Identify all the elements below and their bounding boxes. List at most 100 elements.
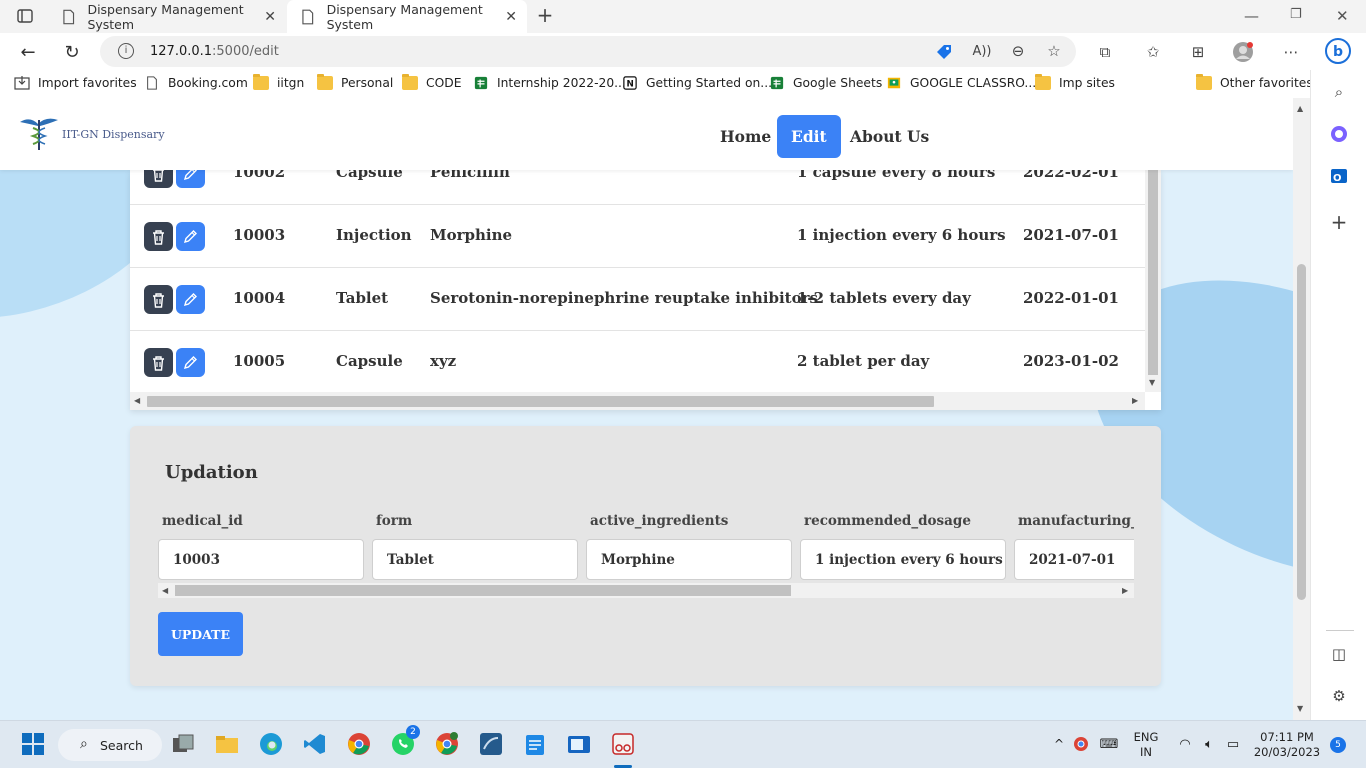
favorite-notion[interactable]: N Getting Started on... — [622, 76, 772, 90]
wifi-icon[interactable]: ◠ — [1172, 731, 1198, 757]
mysql-workbench-icon[interactable] — [478, 731, 504, 757]
favorite-folder-other[interactable]: Other favorites — [1196, 74, 1313, 90]
scroll-up-arrow-icon[interactable]: ▲ — [1297, 104, 1303, 113]
scroll-right-arrow-icon[interactable]: ▶ — [1122, 586, 1128, 595]
medical-id-input[interactable]: 10003 — [158, 539, 364, 580]
favorite-google-classroom[interactable]: GOOGLE CLASSRO... — [886, 76, 1036, 90]
scroll-down-arrow-icon[interactable]: ▼ — [1149, 378, 1155, 387]
copilot-icon[interactable]: b — [1325, 38, 1351, 64]
import-icon — [14, 76, 30, 90]
page-vertical-scrollbar[interactable]: ▲ ▼ — [1293, 98, 1310, 720]
table-horizontal-scrollbar[interactable]: ◀ ▶ — [130, 392, 1145, 410]
collections-icon[interactable]: ⊞ — [1188, 42, 1208, 62]
refresh-icon[interactable]: ↻ — [61, 41, 83, 63]
edit-button[interactable] — [176, 348, 205, 377]
notepad-icon[interactable] — [522, 731, 548, 757]
close-tab-icon[interactable]: ✕ — [505, 9, 517, 25]
delete-button[interactable] — [144, 285, 173, 314]
scroll-left-arrow-icon[interactable]: ◀ — [134, 396, 140, 405]
task-view-icon[interactable] — [170, 731, 196, 757]
delete-button[interactable] — [144, 348, 173, 377]
favorite-folder-personal[interactable]: Personal — [317, 74, 393, 90]
updation-form: Updation medical_id form active_ingredie… — [130, 426, 1161, 686]
volume-icon[interactable]: 🔈︎ — [1196, 731, 1222, 757]
new-tab-icon[interactable]: + — [535, 5, 555, 26]
favorite-folder-iitgn[interactable]: iitgn — [253, 74, 304, 90]
favorite-internship[interactable]: Internship 2022-20... — [473, 76, 626, 90]
file-explorer-icon[interactable] — [214, 731, 240, 757]
browser-tab[interactable]: Dispensary Management System ✕ — [48, 0, 286, 33]
fields-horizontal-scrollbar[interactable]: ◀ ▶ — [158, 583, 1134, 598]
keyboard-icon[interactable]: ⌨ — [1096, 731, 1122, 757]
add-sidebar-app-icon[interactable]: + — [1329, 210, 1349, 234]
nav-edit[interactable]: Edit — [777, 115, 841, 158]
add-favorite-icon[interactable]: ☆ — [1044, 41, 1064, 61]
profile-avatar[interactable] — [1233, 42, 1253, 62]
favorite-google-sheets[interactable]: Google Sheets — [769, 76, 882, 90]
restore-icon[interactable]: ❐ — [1290, 7, 1302, 22]
zoom-out-icon[interactable]: ⊖ — [1008, 41, 1028, 61]
chrome-profile-icon[interactable] — [434, 731, 460, 757]
battery-icon[interactable]: ▭ — [1220, 731, 1246, 757]
shopping-tag-icon[interactable] — [934, 42, 954, 62]
delete-button[interactable] — [144, 170, 173, 188]
outlook-icon[interactable]: O — [1329, 166, 1349, 186]
scrollbar-thumb[interactable] — [1148, 170, 1158, 375]
favorite-folder-code[interactable]: CODE — [402, 74, 462, 90]
office-icon[interactable] — [1329, 124, 1349, 144]
active-ingredients-input[interactable]: Morphine — [586, 539, 792, 580]
scrollbar-thumb[interactable] — [1297, 264, 1306, 600]
snipping-tool-icon[interactable] — [610, 731, 636, 757]
chrome-icon[interactable] — [346, 731, 372, 757]
delete-button[interactable] — [144, 222, 173, 251]
favorite-import[interactable]: Import favorites — [14, 76, 137, 90]
close-window-icon[interactable]: ✕ — [1336, 7, 1349, 25]
brand-name[interactable]: IIT-GN Dispensary — [62, 128, 165, 141]
browser-tab-active[interactable]: Dispensary Management System ✕ — [287, 0, 527, 33]
nav-home[interactable]: Home — [706, 115, 785, 158]
caduceus-logo-icon[interactable] — [18, 116, 60, 152]
minimize-icon[interactable]: — — [1244, 7, 1259, 25]
nav-about-us[interactable]: About Us — [836, 115, 943, 158]
favorites-icon[interactable]: ✩ — [1143, 42, 1163, 62]
whatsapp-icon[interactable]: 2 — [390, 725, 420, 757]
scroll-left-arrow-icon[interactable]: ◀ — [162, 586, 168, 595]
taskbar-search[interactable]: ⌕ Search — [58, 729, 162, 761]
vscode-icon[interactable] — [302, 731, 328, 757]
table-vertical-scrollbar[interactable]: ▼ — [1145, 170, 1161, 392]
address-bar[interactable]: i 127.0.0.1:5000/edit A)) ⊖ ☆ — [100, 36, 1076, 67]
media-player-icon[interactable] — [566, 731, 592, 757]
scroll-down-arrow-icon[interactable]: ▼ — [1297, 704, 1303, 713]
edit-button[interactable] — [176, 222, 205, 251]
start-windows-icon[interactable] — [20, 731, 46, 757]
language-indicator[interactable]: ENG IN — [1126, 730, 1166, 760]
scrollbar-thumb[interactable] — [175, 585, 791, 596]
chrome-tray-icon[interactable] — [1068, 731, 1094, 757]
read-aloud-icon[interactable]: A)) — [972, 41, 992, 61]
favorite-booking[interactable]: Booking.com — [144, 76, 248, 90]
form-input[interactable]: Tablet — [372, 539, 578, 580]
settings-gear-icon[interactable]: ⚙ — [1329, 686, 1349, 706]
tab-actions-button[interactable] — [10, 6, 40, 26]
scrollbar-thumb[interactable] — [147, 396, 934, 407]
more-options-icon[interactable]: ⋯ — [1281, 42, 1301, 62]
tab-actions-icon — [17, 9, 33, 23]
site-info-icon[interactable]: i — [118, 43, 134, 59]
notification-center-badge[interactable]: 5 — [1330, 737, 1346, 753]
favorite-folder-imp-sites[interactable]: Imp sites — [1035, 74, 1115, 90]
edit-button[interactable] — [176, 170, 205, 188]
clock[interactable]: 07:11 PM 20/03/2023 — [1252, 730, 1322, 760]
folder-icon — [1196, 74, 1212, 90]
extensions-icon[interactable]: ⧉ — [1095, 42, 1115, 62]
search-icon[interactable]: ⌕ — [1329, 82, 1349, 102]
manufacturing-date-input[interactable]: 2021-07-01 — [1014, 539, 1134, 580]
hide-sidebar-icon[interactable]: ◫ — [1329, 644, 1349, 664]
edit-button[interactable] — [176, 285, 205, 314]
recommended-dosage-input[interactable]: 1 injection every 6 hours — [800, 539, 1006, 580]
update-button[interactable]: UPDATE — [158, 612, 243, 656]
cell-form: Capsule — [336, 170, 403, 181]
close-tab-icon[interactable]: ✕ — [264, 9, 276, 25]
scroll-right-arrow-icon[interactable]: ▶ — [1132, 396, 1138, 405]
back-icon[interactable]: ← — [17, 41, 39, 63]
edge-browser-icon[interactable] — [258, 731, 284, 757]
